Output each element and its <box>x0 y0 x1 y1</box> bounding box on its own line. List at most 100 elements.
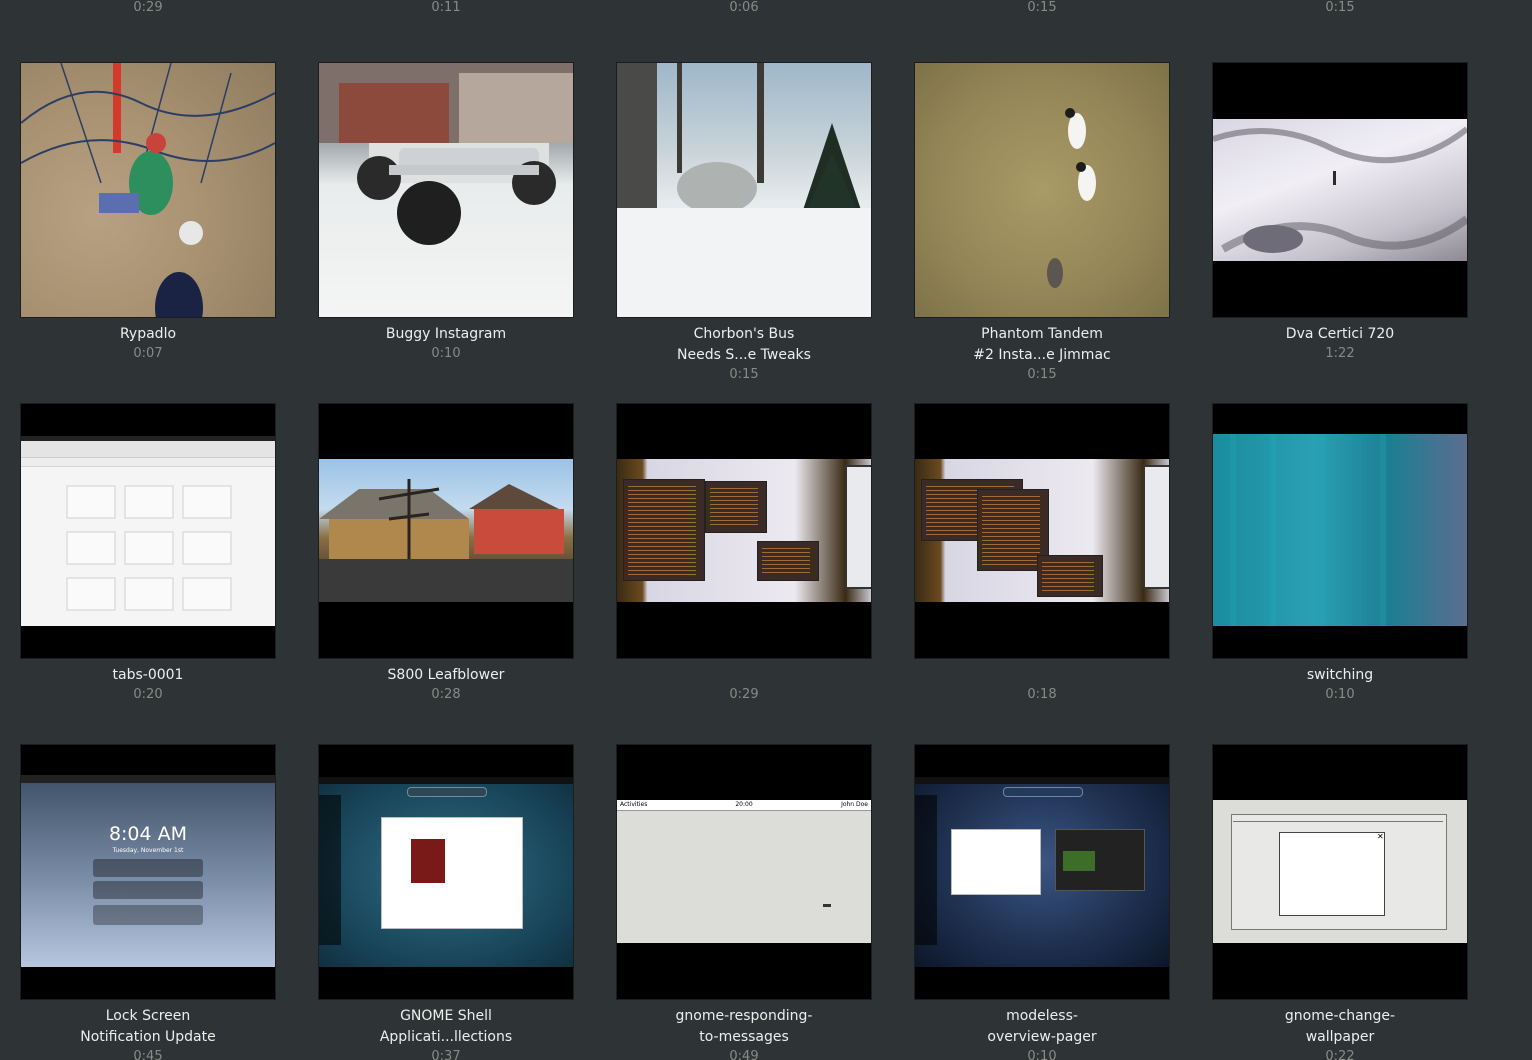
video-tile[interactable]: switching 0:10 <box>1212 403 1468 744</box>
video-duration: 1:22 <box>1325 346 1355 361</box>
video-tile[interactable]: ✕ gnome-change- wallpaper 0:22 <box>1212 744 1468 1060</box>
video-tile[interactable]: Buggy Instagram 0:10 <box>318 62 574 403</box>
video-thumbnail[interactable] <box>20 62 276 318</box>
video-title: modeless- overview-pager <box>987 1008 1097 1045</box>
app-window <box>381 817 523 929</box>
video-thumbnail[interactable] <box>1212 403 1468 659</box>
video-grid: Rypadlo 0:07 Buggy Instagram 0:10 Chorbo… <box>20 62 1468 1060</box>
video-tile[interactable]: S800 Leafblower 0:28 <box>318 403 574 744</box>
video-duration: 0:20 <box>133 687 163 702</box>
video-thumbnail[interactable] <box>616 62 872 318</box>
video-thumbnail[interactable]: 8:04 AM Tuesday, November 1st <box>20 744 276 1000</box>
video-thumbnail[interactable] <box>914 744 1170 1000</box>
video-title: Rypadlo <box>119 326 177 342</box>
video-duration: 0:49 <box>729 1049 759 1060</box>
winter-trees-illustration <box>617 63 871 317</box>
video-duration: 0:29 <box>133 0 163 15</box>
video-duration: 0:07 <box>133 346 163 361</box>
video-tile[interactable]: 0:18 <box>914 403 1170 744</box>
terminal-window <box>705 481 767 533</box>
dash <box>915 795 937 945</box>
video-duration: 0:10 <box>1325 687 1355 702</box>
top-bar <box>21 775 275 783</box>
terminal-window <box>1037 555 1103 597</box>
video-duration: 0:15 <box>1325 0 1355 15</box>
search-bar <box>1003 787 1083 797</box>
thumbnail-image <box>319 63 573 317</box>
thumbnail-image <box>915 63 1169 317</box>
video-duration: 0:15 <box>1027 0 1057 15</box>
video-duration: 0:11 <box>431 0 461 15</box>
video-duration: 0:15 <box>1027 367 1057 382</box>
top-bar <box>319 777 573 784</box>
video-title <box>914 665 1170 686</box>
video-duration: 0:22 <box>1325 1049 1355 1060</box>
video-thumbnail[interactable]: ✕ <box>1212 744 1468 1000</box>
video-tile[interactable]: GNOME Shell Applicati...llections 0:37 <box>318 744 574 1060</box>
blurred-screen-illustration <box>1230 434 1386 626</box>
thumbnail-image <box>319 777 573 967</box>
video-title: Lock Screen Notification Update <box>80 1008 216 1045</box>
video-thumbnail[interactable] <box>318 744 574 1000</box>
video-title: switching <box>1306 667 1374 683</box>
video-title: gnome-change- wallpaper <box>1284 1008 1396 1045</box>
terminal-window <box>757 541 819 581</box>
search-bar <box>407 787 487 797</box>
video-thumbnail[interactable]: Activities 20:00 John Doe <box>616 744 872 1000</box>
thumbnail-image <box>319 459 573 602</box>
video-title: Dva Certici 720 <box>1285 326 1395 342</box>
dash <box>319 795 341 945</box>
user-menu-label: John Doe <box>841 801 868 808</box>
video-title: Phantom Tandem #2 Insta...e Jimmac <box>973 326 1111 363</box>
top-bar: Activities 20:00 John Doe <box>617 800 871 811</box>
video-thumbnail[interactable] <box>20 403 276 659</box>
thumbnail-image: ✕ <box>1213 800 1467 943</box>
previous-row-durations: 0:29 0:11 0:06 0:15 0:15 <box>0 0 1532 16</box>
video-tile[interactable]: Rypadlo 0:07 <box>20 62 276 403</box>
video-tile[interactable]: modeless- overview-pager 0:10 <box>914 744 1170 1060</box>
notification-card <box>93 859 203 877</box>
lock-time: 8:04 AM <box>108 823 188 845</box>
thumbnail-image: 8:04 AM Tuesday, November 1st <box>21 775 275 967</box>
thumbnail-image <box>915 459 1169 602</box>
video-thumbnail[interactable] <box>318 62 574 318</box>
settings-dialog <box>1279 832 1385 916</box>
video-thumbnail[interactable] <box>1212 62 1468 318</box>
video-duration: 0:28 <box>431 687 461 702</box>
thumbnail-image: Activities 20:00 John Doe <box>617 800 871 943</box>
video-title: Chorbon's Bus Needs S...e Tweaks <box>677 326 811 363</box>
thumbnail-image <box>617 459 871 602</box>
video-title: Buggy Instagram <box>385 326 507 342</box>
video-tile[interactable]: 8:04 AM Tuesday, November 1st Lock Scree… <box>20 744 276 1060</box>
video-thumbnail[interactable] <box>318 403 574 659</box>
video-title: gnome-responding- to-messages <box>675 1008 813 1045</box>
video-tile[interactable]: 0:29 <box>616 403 872 744</box>
video-tile[interactable]: Activities 20:00 John Doe gnome-respondi… <box>616 744 872 1060</box>
video-tile[interactable]: Chorbon's Bus Needs S...e Tweaks 0:15 <box>616 62 872 403</box>
notification-card <box>93 881 203 899</box>
thumbnail-image <box>1213 119 1467 261</box>
aerial-snow-illustration <box>1213 126 1467 253</box>
video-tile[interactable]: Dva Certici 720 1:22 <box>1212 62 1468 403</box>
birds-illustration <box>1047 108 1096 288</box>
thumbnail-image <box>617 63 871 317</box>
lock-date: Tuesday, November 1st <box>112 847 184 854</box>
thumbnail-image <box>1213 434 1467 626</box>
video-duration: 0:45 <box>133 1049 163 1060</box>
notification-actions <box>93 905 203 925</box>
close-icon: ✕ <box>1377 832 1384 841</box>
video-tile[interactable]: Phantom Tandem #2 Insta...e Jimmac 0:15 <box>914 62 1170 403</box>
video-title: GNOME Shell Applicati...llections <box>379 1008 513 1045</box>
buggy-illustration <box>319 63 573 245</box>
pointer <box>823 904 831 907</box>
village-illustration <box>319 479 573 602</box>
video-tile[interactable]: tabs-0001 0:20 <box>20 403 276 744</box>
album-cover <box>411 839 445 883</box>
video-title: tabs-0001 <box>112 667 184 683</box>
video-thumbnail[interactable] <box>914 62 1170 318</box>
terminal-window <box>623 479 705 581</box>
video-thumbnail[interactable] <box>914 403 1170 659</box>
video-duration: 0:37 <box>431 1049 461 1060</box>
video-thumbnail[interactable] <box>616 403 872 659</box>
video-title: S800 Leafblower <box>387 667 505 683</box>
